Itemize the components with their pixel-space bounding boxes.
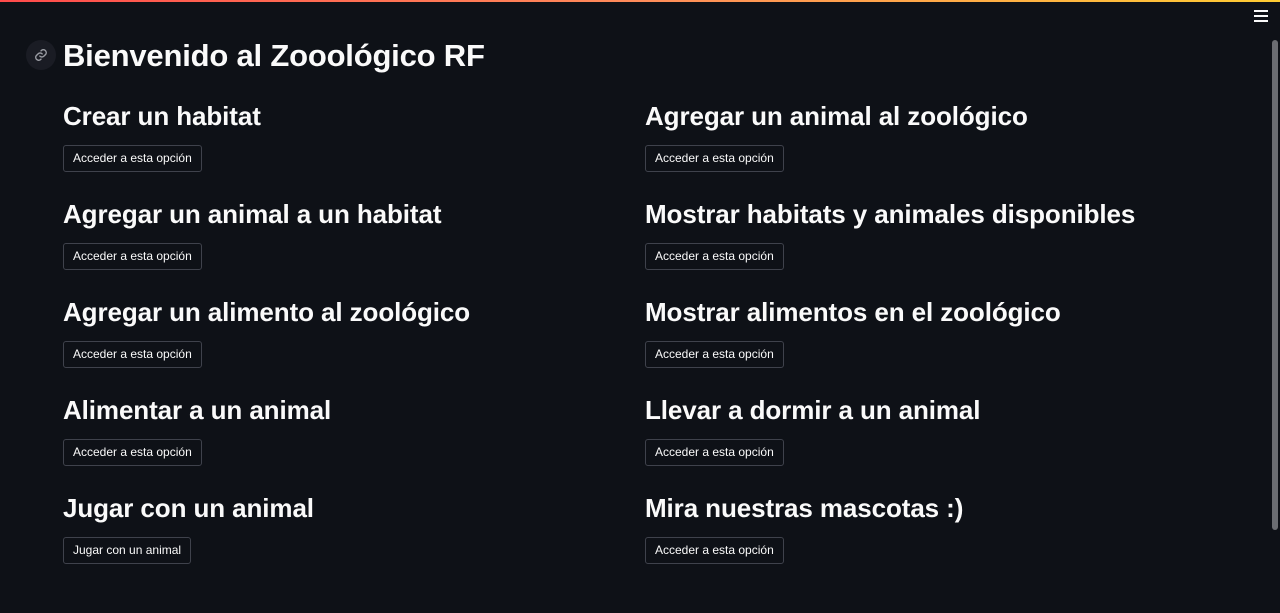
access-option-button[interactable]: Acceder a esta opción bbox=[63, 243, 202, 270]
options-grid: Crear un habitat Acceder a esta opción A… bbox=[63, 98, 1223, 588]
option-mascotas: Mira nuestras mascotas :) Acceder a esta… bbox=[645, 490, 1223, 588]
option-title: Mostrar habitats y animales disponibles bbox=[645, 199, 1136, 229]
option-agregar-animal-habitat: Agregar un animal a un habitat Acceder a… bbox=[63, 196, 645, 294]
option-title: Llevar a dormir a un animal bbox=[645, 395, 981, 425]
option-title: Mira nuestras mascotas :) bbox=[645, 493, 964, 523]
top-decoration-bar bbox=[0, 0, 1280, 2]
page-title: Bienvenido al Zooológico RF bbox=[63, 38, 485, 73]
access-option-button[interactable]: Acceder a esta opción bbox=[645, 341, 784, 368]
option-title: Alimentar a un animal bbox=[63, 395, 332, 425]
option-agregar-animal-zoologico: Agregar un animal al zoológico Acceder a… bbox=[645, 98, 1223, 196]
access-option-button[interactable]: Acceder a esta opción bbox=[63, 341, 202, 368]
option-agregar-alimento: Agregar un alimento al zoológico Acceder… bbox=[63, 294, 645, 392]
option-crear-habitat: Crear un habitat Acceder a esta opción bbox=[63, 98, 645, 196]
option-title: Mostrar alimentos en el zoológico bbox=[645, 297, 1061, 327]
access-option-button[interactable]: Acceder a esta opción bbox=[63, 439, 202, 466]
hamburger-menu-icon[interactable] bbox=[1254, 10, 1268, 24]
access-option-button[interactable]: Acceder a esta opción bbox=[645, 537, 784, 564]
option-title: Crear un habitat bbox=[63, 101, 261, 131]
access-option-button[interactable]: Acceder a esta opción bbox=[63, 145, 202, 172]
option-mostrar-habitats: Mostrar habitats y animales disponibles … bbox=[645, 196, 1223, 294]
access-option-button[interactable]: Acceder a esta opción bbox=[645, 145, 784, 172]
option-jugar-animal: Jugar con un animal Jugar con un animal bbox=[63, 490, 645, 588]
scrollbar[interactable] bbox=[1272, 40, 1278, 530]
option-title: Agregar un alimento al zoológico bbox=[63, 297, 471, 327]
option-dormir-animal: Llevar a dormir a un animal Acceder a es… bbox=[645, 392, 1223, 490]
option-mostrar-alimentos: Mostrar alimentos en el zoológico Accede… bbox=[645, 294, 1223, 392]
option-title: Agregar un animal a un habitat bbox=[63, 199, 442, 229]
option-title: Jugar con un animal bbox=[63, 493, 314, 523]
link-icon[interactable] bbox=[26, 40, 56, 70]
option-alimentar-animal: Alimentar a un animal Acceder a esta opc… bbox=[63, 392, 645, 490]
play-with-animal-button[interactable]: Jugar con un animal bbox=[63, 537, 192, 564]
access-option-button[interactable]: Acceder a esta opción bbox=[645, 439, 784, 466]
option-title: Agregar un animal al zoológico bbox=[645, 101, 1028, 131]
access-option-button[interactable]: Acceder a esta opción bbox=[645, 243, 784, 270]
